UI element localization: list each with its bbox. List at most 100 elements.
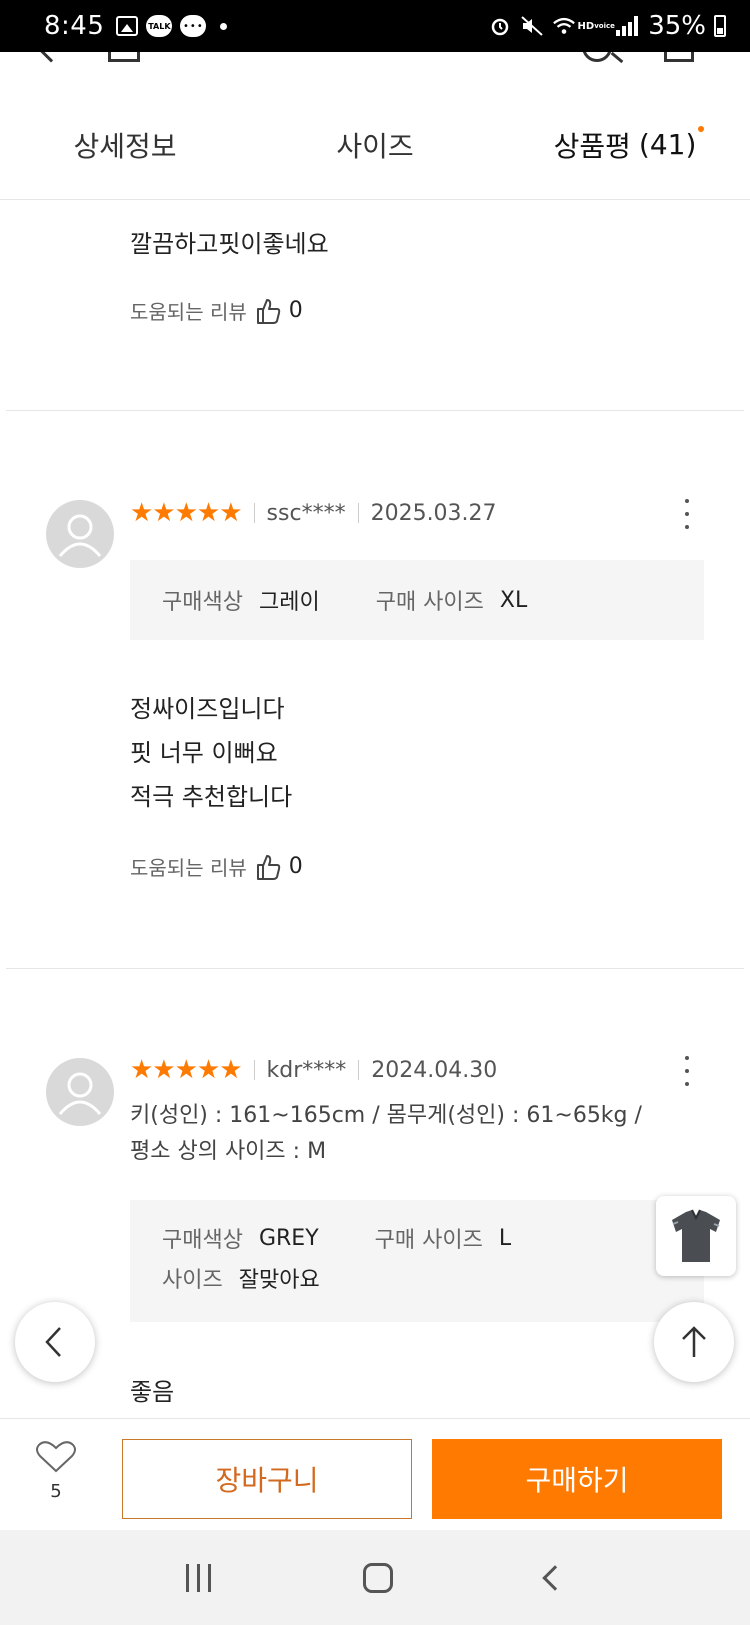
app-header <box>0 52 750 72</box>
user-placeholder-icon <box>58 1072 102 1115</box>
message-icon: ••• <box>180 15 207 37</box>
tab-size[interactable]: 사이즈 <box>250 90 500 199</box>
tab-reviews-count: (41) <box>638 126 705 161</box>
home-nav-icon[interactable] <box>363 1562 394 1593</box>
avatar <box>46 500 114 568</box>
helpful-review[interactable]: 도움되는 리뷰 0 <box>130 296 303 325</box>
color-value: 그레이 <box>258 590 320 615</box>
helpful-label: 도움되는 리뷰 <box>130 300 247 324</box>
system-nav-bar <box>0 1530 750 1625</box>
color-label: 구매색상 <box>162 590 243 615</box>
new-dot <box>698 126 705 132</box>
review-meta: ★★★★★ ssc**** 2025.03.27 <box>130 496 497 530</box>
battery-percent: 35% <box>648 11 706 41</box>
helpful-count: 0 <box>288 854 303 879</box>
avatar <box>46 1058 114 1126</box>
star-rating: ★★★★★ <box>130 498 243 528</box>
size-value: L <box>498 1225 512 1251</box>
more-notifications-icon <box>220 22 228 30</box>
color-label: 구매색상 <box>162 1228 243 1253</box>
review-line: 정싸이즈입니다 <box>130 695 285 723</box>
size-label: 구매 사이즈 <box>375 590 484 615</box>
review-count: (41) <box>638 128 697 161</box>
option-row: 구매색상 GREY 구매 사이즈 L <box>162 1218 672 1258</box>
status-time: 8:45 <box>44 11 105 41</box>
scroll-top-button[interactable] <box>654 1302 734 1382</box>
gallery-icon <box>116 16 139 36</box>
size-label: 구매 사이즈 <box>374 1228 483 1253</box>
user-placeholder-icon <box>58 514 102 557</box>
add-to-cart-button[interactable]: 장바구니 <box>122 1439 412 1519</box>
profile-line: 평소 상의 사이즈 : M <box>130 1139 327 1164</box>
size-value: XL <box>499 587 528 613</box>
profile-line: 키(성인) : 161~165cm / 몸무게(성인) : 61~65kg / <box>130 1103 642 1128</box>
product-thumbnail[interactable] <box>656 1196 736 1276</box>
signal-icon <box>616 16 640 36</box>
helpful-label: 도움되는 리뷰 <box>130 856 247 880</box>
purchase-options: 구매색상 GREY 구매 사이즈 L 사이즈 잘맞아요 <box>130 1200 704 1322</box>
review-line: 좋음 <box>130 1378 175 1406</box>
alarm-icon <box>488 15 512 37</box>
search-icon[interactable] <box>582 52 612 62</box>
meta-divider <box>357 503 359 523</box>
back-icon[interactable] <box>35 52 67 63</box>
recents-icon[interactable] <box>186 1563 212 1592</box>
previous-button[interactable] <box>15 1302 95 1382</box>
helpful-review[interactable]: 도움되는 리뷰 0 <box>130 852 303 881</box>
review-user: kdr**** <box>266 1057 347 1083</box>
review-date: 2025.03.27 <box>370 500 497 526</box>
thumbs-up-icon[interactable] <box>255 297 281 325</box>
kakaotalk-icon: TALK <box>146 15 173 37</box>
voice-label: voice <box>594 21 615 30</box>
hd-label: HD <box>577 20 595 32</box>
product-tabs: 상세정보 사이즈 상품평 (41) <box>0 90 750 200</box>
fit-label: 사이즈 <box>162 1268 223 1293</box>
option-row: 구매색상 그레이 구매 사이즈 XL <box>162 580 583 620</box>
review-meta: ★★★★★ kdr**** 2024.04.30 <box>130 1053 497 1087</box>
buy-now-button[interactable]: 구매하기 <box>432 1439 722 1519</box>
review-divider <box>6 968 744 969</box>
status-bar: 8:45 TALK ••• HD voice 35% <box>0 0 750 52</box>
meta-divider <box>358 1060 360 1080</box>
more-options-icon[interactable] <box>682 1056 692 1086</box>
tab-reviews-label: 상품평 <box>553 129 631 163</box>
review-body: 좋음 <box>130 1370 174 1414</box>
polo-shirt-image <box>672 1209 720 1262</box>
wishlist-button[interactable]: 5 <box>30 1439 82 1502</box>
review-date: 2024.04.30 <box>371 1057 498 1083</box>
tab-size-label: 사이즈 <box>336 129 414 163</box>
battery-icon <box>714 15 726 37</box>
wish-count: 5 <box>50 1481 62 1502</box>
arrow-up-icon <box>682 1326 706 1357</box>
tab-reviews[interactable]: 상품평 (41) <box>500 90 750 199</box>
review-text: 깔끔하고핏이좋네요 <box>130 230 329 258</box>
heart-icon <box>36 1441 76 1473</box>
more-options-icon[interactable] <box>682 499 692 529</box>
fit-value: 잘맞아요 <box>238 1268 320 1293</box>
bottom-action-bar: 5 장바구니 구매하기 <box>0 1418 750 1530</box>
purchase-options: 구매색상 그레이 구매 사이즈 XL <box>130 560 704 640</box>
review-divider <box>6 410 744 411</box>
review-line: 적극 추천합니다 <box>130 783 293 811</box>
home-icon[interactable] <box>108 52 140 62</box>
back-nav-icon[interactable] <box>542 1564 568 1591</box>
tab-detail[interactable]: 상세정보 <box>0 90 250 199</box>
notification-icons: TALK ••• <box>116 15 228 37</box>
reviewer-profile: 키(성인) : 161~165cm / 몸무게(성인) : 61~65kg / … <box>130 1098 642 1170</box>
chevron-left-icon <box>45 1327 61 1357</box>
review-line: 핏 너무 이뻐요 <box>130 739 278 767</box>
wifi-icon <box>552 15 576 37</box>
thumbs-up-icon[interactable] <box>255 853 281 881</box>
tab-detail-label: 상세정보 <box>73 129 177 163</box>
search-icon-handle <box>610 52 624 64</box>
meta-divider <box>253 1060 255 1080</box>
cart-icon[interactable] <box>664 52 694 62</box>
color-value: GREY <box>258 1225 319 1251</box>
hd-voice-icon: HD voice <box>578 15 615 37</box>
review-body: 정싸이즈입니다 핏 너무 이뻐요 적극 추천합니다 <box>130 687 292 819</box>
option-row: 사이즈 잘맞아요 <box>162 1258 672 1298</box>
system-icons: HD voice 35% <box>488 11 726 41</box>
helpful-count: 0 <box>288 298 303 323</box>
review-user: ssc**** <box>266 500 346 526</box>
star-rating: ★★★★★ <box>130 1055 243 1085</box>
